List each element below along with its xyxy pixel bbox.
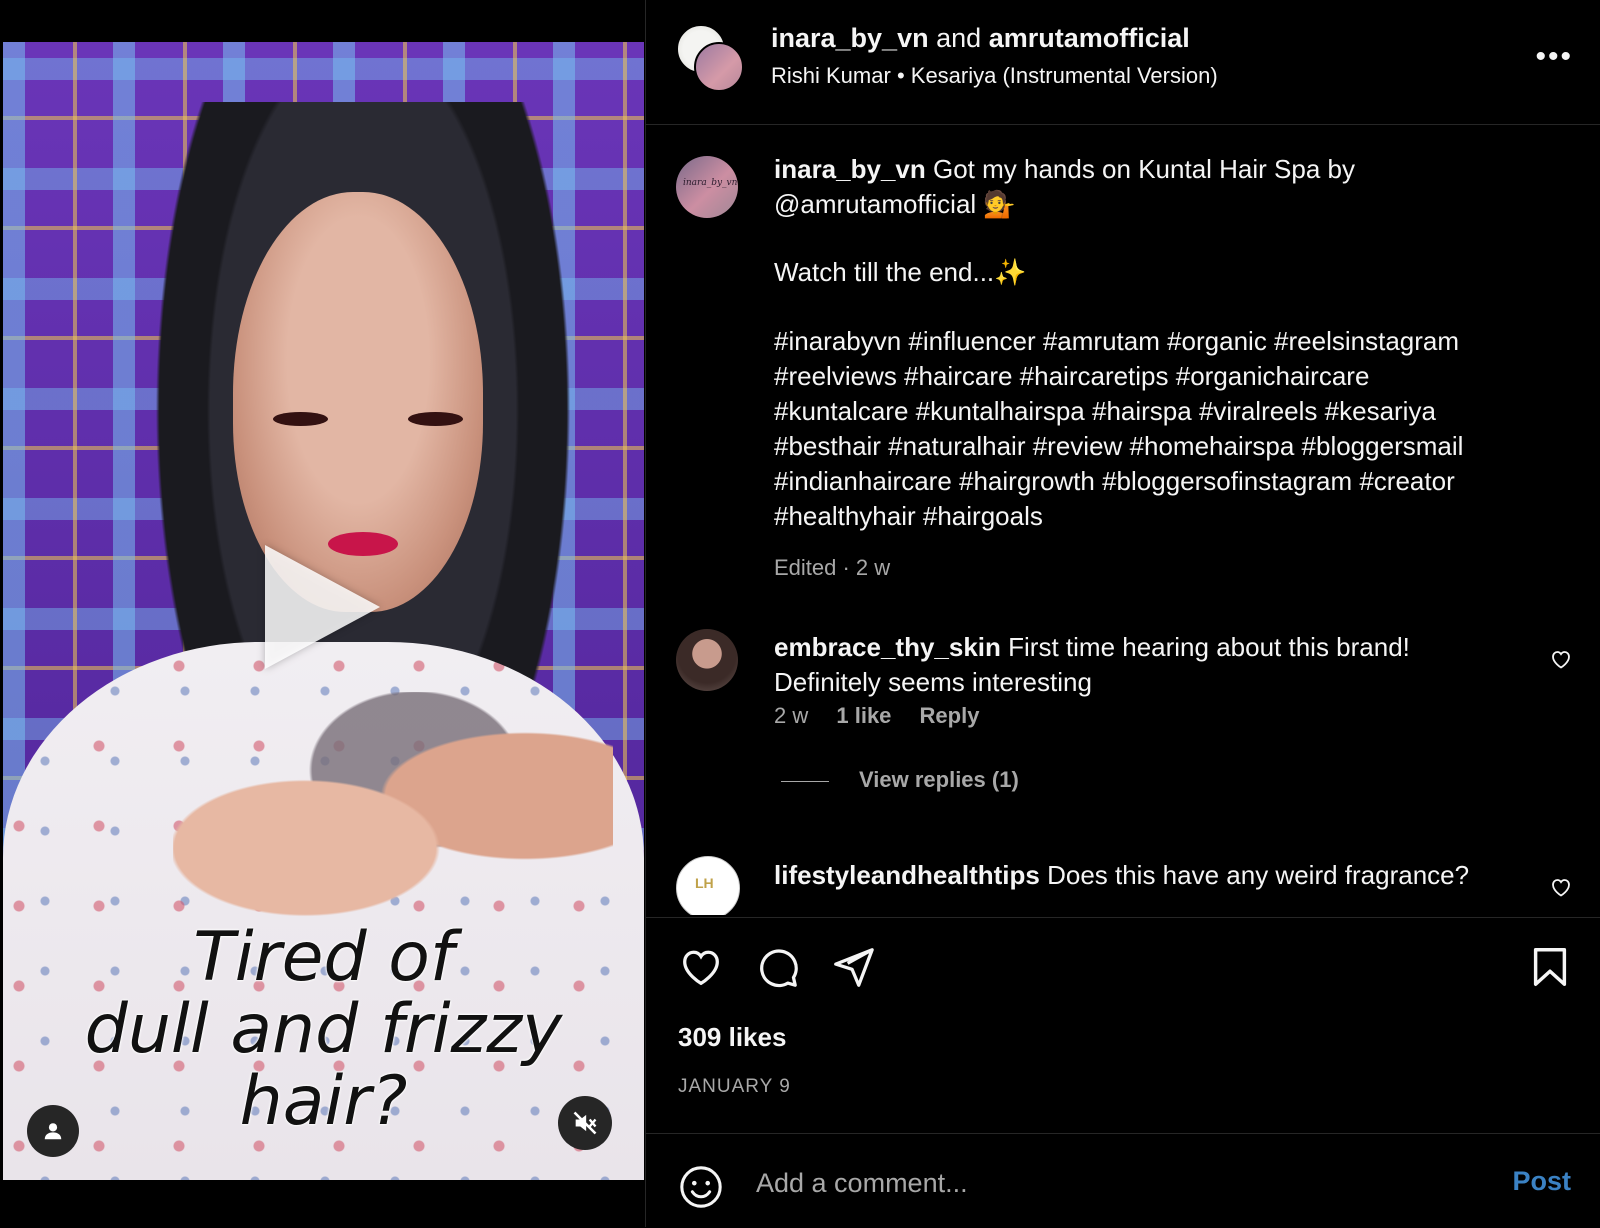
hashtag-line[interactable]: #besthair #naturalhair #review #homehair… bbox=[774, 429, 1544, 464]
post-actions: 309 likes JANUARY 9 bbox=[646, 917, 1600, 1136]
view-replies-label[interactable]: View replies (1) bbox=[859, 767, 1019, 792]
comment-username[interactable]: lifestyleandhealthtips bbox=[774, 860, 1040, 890]
mute-button[interactable] bbox=[558, 1096, 612, 1150]
add-comment-bar: Post bbox=[646, 1133, 1600, 1228]
caption-username[interactable]: inara_by_vn bbox=[774, 154, 926, 184]
hashtag-line[interactable]: #indianhaircare #hairgrowth #bloggersofi… bbox=[774, 464, 1544, 499]
hashtag-line[interactable]: #healthyhair #hairgoals bbox=[774, 499, 1544, 534]
comments-section: inara_by_vn inara_by_vn Got my hands on … bbox=[646, 125, 1600, 915]
comment-likes[interactable]: 1 like bbox=[836, 703, 891, 728]
comment-text: lifestyleandhealthtips Does this have an… bbox=[774, 858, 1544, 893]
video-subject-eye bbox=[273, 412, 328, 426]
bookmark-icon[interactable] bbox=[1527, 944, 1573, 990]
hashtag-line[interactable]: #inarabyvn #influencer #amrutam #organic… bbox=[774, 324, 1544, 359]
comment-text: embrace_thy_skin First time hearing abou… bbox=[774, 630, 1544, 700]
more-options-button[interactable]: ••• bbox=[1535, 40, 1573, 74]
post-side-panel: inara_by_vn and amrutamofficial Rishi Ku… bbox=[645, 0, 1600, 1227]
user-tag-button[interactable] bbox=[27, 1105, 79, 1157]
comment-username[interactable]: embrace_thy_skin bbox=[774, 632, 1001, 662]
divider bbox=[781, 780, 829, 782]
caption-line: Watch till the end...✨ bbox=[774, 257, 1027, 287]
avatar[interactable] bbox=[676, 629, 738, 691]
likes-count[interactable]: 309 likes bbox=[678, 1022, 786, 1053]
post-comment-button[interactable]: Post bbox=[1512, 1166, 1571, 1197]
comment-body: Does this have any weird fragrance? bbox=[1047, 860, 1470, 890]
collab-avatars[interactable] bbox=[676, 24, 744, 92]
heart-icon[interactable] bbox=[1549, 647, 1573, 671]
view-replies-button[interactable]: View replies (1) bbox=[781, 767, 1019, 793]
collab-joiner: and bbox=[936, 23, 982, 53]
reply-button[interactable]: Reply bbox=[920, 703, 980, 728]
share-icon[interactable] bbox=[830, 944, 876, 990]
collab-usernames: inara_by_vn and amrutamofficial bbox=[771, 23, 1190, 54]
caption-text: inara_by_vn Got my hands on Kuntal Hair … bbox=[774, 152, 1544, 222]
comment-body: Definitely seems interesting bbox=[774, 667, 1092, 697]
hashtag-line[interactable]: #kuntalcare #kuntalhairspa #hairspa #vir… bbox=[774, 394, 1544, 429]
video-subject-eye bbox=[408, 412, 463, 426]
heart-icon[interactable] bbox=[1549, 875, 1573, 899]
audio-artist[interactable]: Rishi Kumar bbox=[771, 63, 891, 88]
user-tag-icon bbox=[44, 1123, 62, 1140]
play-icon[interactable] bbox=[265, 545, 380, 669]
video-panel: Tired of dull and frizzy hair? bbox=[0, 0, 645, 1227]
comment-input[interactable] bbox=[754, 1160, 1458, 1206]
video-subject-hands bbox=[173, 692, 613, 952]
post-header: inara_by_vn and amrutamofficial Rishi Ku… bbox=[646, 0, 1600, 125]
comment-body: First time hearing about this brand! bbox=[1008, 632, 1410, 662]
audio-title[interactable]: Kesariya (Instrumental Version) bbox=[911, 63, 1218, 88]
hashtag-line[interactable]: #reelviews #haircare #haircaretips #orga… bbox=[774, 359, 1544, 394]
audio-separator: • bbox=[896, 63, 905, 88]
more-icon: ••• bbox=[1535, 40, 1573, 73]
heart-icon[interactable] bbox=[678, 944, 724, 990]
audio-info[interactable]: Rishi Kumar • Kesariya (Instrumental Ver… bbox=[771, 63, 1218, 89]
caption-mention[interactable]: @amrutamofficial 💁 bbox=[774, 189, 1016, 219]
avatar[interactable] bbox=[694, 42, 744, 92]
emoji-icon[interactable] bbox=[678, 1164, 724, 1210]
avatar[interactable]: LH bbox=[676, 856, 740, 915]
avatar-logo-text: inara_by_vn bbox=[683, 178, 738, 188]
username-link[interactable]: inara_by_vn bbox=[771, 23, 929, 53]
comment-time: 2 w bbox=[774, 703, 809, 728]
caption-hashtags: #inarabyvn #influencer #amrutam #organic… bbox=[774, 324, 1544, 534]
comment-icon[interactable] bbox=[754, 944, 800, 990]
comment-meta: 2 w 1 like Reply bbox=[774, 703, 1001, 729]
caption-line: Got my hands on Kuntal Hair Spa by bbox=[932, 154, 1355, 184]
video-overlay-text: Tired of dull and frizzy hair? bbox=[84, 918, 563, 1141]
username-link[interactable]: amrutamofficial bbox=[989, 23, 1190, 53]
mute-icon bbox=[573, 1111, 597, 1135]
post-date: JANUARY 9 bbox=[678, 1076, 791, 1097]
avatar[interactable]: inara_by_vn bbox=[676, 156, 738, 218]
avatar-logo-text: LH bbox=[695, 875, 714, 891]
caption-meta: Edited · 2 w bbox=[774, 555, 891, 580]
